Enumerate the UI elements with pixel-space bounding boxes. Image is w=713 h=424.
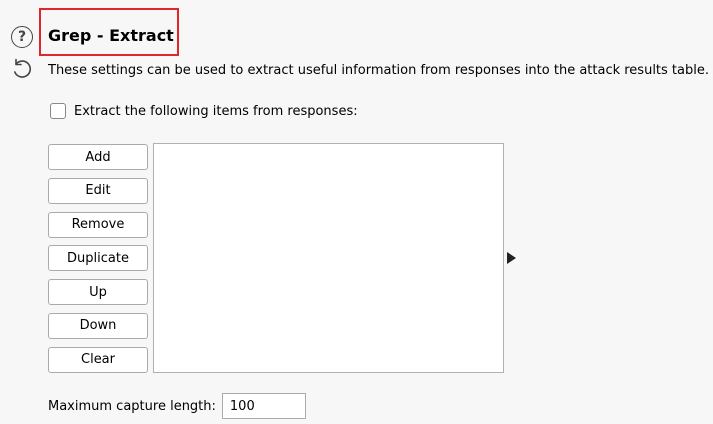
max-capture-label: Maximum capture length: (48, 398, 216, 414)
up-button[interactable]: Up (48, 279, 148, 306)
extract-button-column: Add Edit Remove Duplicate Up Down Clear (48, 144, 148, 381)
expand-arrow-icon[interactable] (507, 252, 516, 264)
extract-items-list[interactable] (153, 143, 504, 373)
help-icon[interactable]: ? (11, 26, 33, 48)
max-capture-row: Maximum capture length: (48, 393, 306, 419)
max-capture-input[interactable] (221, 393, 306, 419)
extract-checkbox[interactable] (50, 103, 66, 119)
clear-button[interactable]: Clear (48, 346, 148, 373)
duplicate-button[interactable]: Duplicate (48, 245, 148, 272)
extract-checkbox-row[interactable]: Extract the following items from respons… (50, 103, 358, 119)
reset-icon[interactable] (10, 57, 34, 81)
section-description: These settings can be used to extract us… (48, 63, 709, 78)
edit-button[interactable]: Edit (48, 177, 148, 204)
remove-button[interactable]: Remove (48, 211, 148, 238)
down-button[interactable]: Down (48, 312, 148, 339)
add-button[interactable]: Add (48, 144, 148, 170)
section-title: Grep - Extract (48, 26, 174, 45)
extract-checkbox-label: Extract the following items from respons… (74, 103, 358, 119)
